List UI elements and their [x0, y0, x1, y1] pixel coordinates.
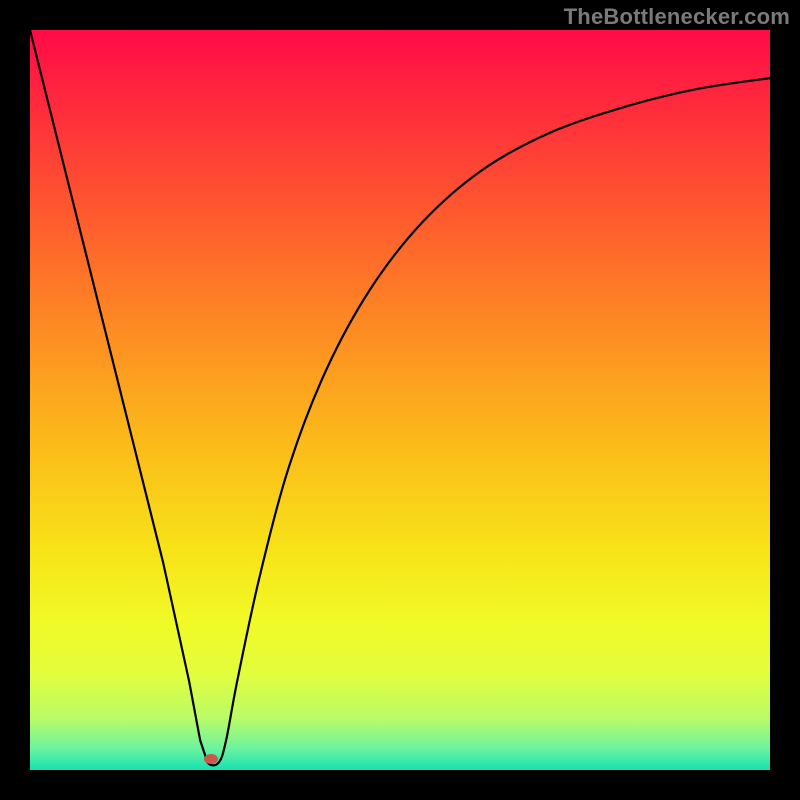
bottleneck-curve [30, 30, 770, 770]
chart-frame: TheBottlenecker.com [0, 0, 800, 800]
watermark-text: TheBottlenecker.com [564, 4, 790, 30]
plot-area [30, 30, 770, 770]
optimal-marker [204, 754, 218, 764]
